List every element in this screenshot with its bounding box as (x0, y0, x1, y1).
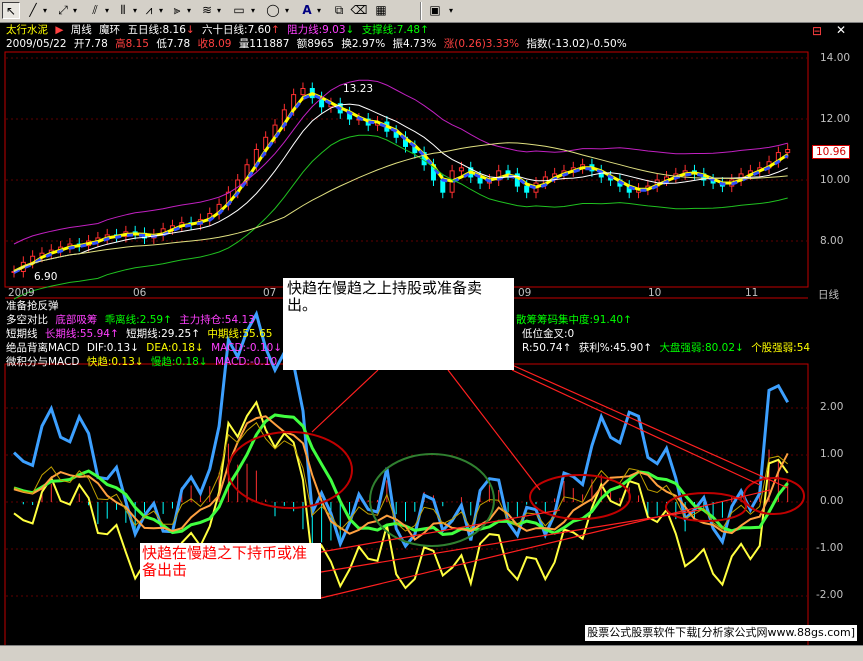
indicator-row-2: 多空对比 底部吸筹 乖离线:2.59↑ 主力持仓:54.13 散筹筹码集中度:9… (6, 314, 632, 327)
macd-tick-neg2: -2.00 (816, 589, 844, 601)
macd-tick-1: 1.00 (820, 448, 844, 460)
lower-band-line (13, 134, 788, 300)
candle-body (785, 149, 791, 154)
candle-body (524, 185, 530, 193)
time-tick-09: 09 (518, 287, 532, 299)
callout-line (311, 369, 379, 433)
row4-dea: DEA:0.18↓ (146, 342, 204, 354)
row5-title: 微积分与MACD (6, 356, 80, 368)
row4-market: 大盘强弱:80.02↓ (659, 342, 744, 354)
row2-bottom-buy: 底部吸筹 (55, 314, 98, 326)
row4-macd: MACD:-0.10↓ (211, 342, 283, 354)
callout-line (511, 369, 761, 486)
price-grid (6, 57, 808, 242)
price-tick-12: 12.00 (820, 113, 851, 125)
row3-mid: 中期线:55.65 (207, 328, 273, 340)
macd-tick-2: 2.00 (820, 401, 844, 413)
row4-title: 绝品背离MACD (6, 342, 80, 354)
candles (11, 82, 791, 278)
peak-price-label: 13.23 (343, 83, 374, 95)
time-tick-10: 10 (648, 287, 662, 299)
indicator-row-3: 短期线 长期线:55.94↑ 短期线:29.25↑ 中期线:55.65 低位金叉… (6, 328, 574, 341)
price-tick-8: 8.00 (820, 235, 844, 247)
footer-watermark: 股票公式股票软件下载[分析家公式网www.88gs.com] (585, 625, 857, 641)
row3-golden-cross: 低位金叉:0 (522, 328, 575, 340)
row4-profit: 获利%:45.90↑ (578, 342, 653, 354)
row4-r: R:50.74↑ (522, 342, 572, 354)
signal-text: 准备抢反弹 (6, 300, 59, 312)
indicator-row-1: 准备抢反弹 (6, 300, 63, 313)
note-below[interactable]: 快趋在慢趋之下持币或准备出击 (140, 543, 321, 599)
indicator-row-5: 微积分与MACD 快趋:0.13↓ 慢趋:0.18↓ MACD:-0.10 (6, 356, 281, 369)
callout-line (511, 364, 789, 489)
indicator-row-4: 绝品背离MACD DIF:0.13↓ DEA:0.18↓ MACD:-0.10↓… (6, 342, 810, 355)
row3-short: 短期线:29.25↑ (126, 328, 200, 340)
row4-stock: 个股强弱:54 (751, 342, 811, 354)
price-tick-14: 14.00 (820, 52, 851, 64)
row2-title: 多空对比 (6, 314, 48, 326)
period-switch[interactable]: 日线 (818, 287, 839, 302)
candle-body (458, 167, 464, 172)
row3-long: 长期线:55.94↑ (44, 328, 119, 340)
row4-dif: DIF:0.13↓ (86, 342, 139, 354)
current-price-tag: 10.96 (812, 145, 851, 159)
row5-fast: 快趋:0.13↓ (86, 356, 144, 368)
time-tick-06: 06 (133, 287, 147, 299)
time-tick-07: 07 (263, 287, 277, 299)
row5-slow: 慢趋:0.18↓ (150, 356, 208, 368)
horizontal-scrollbar[interactable] (0, 645, 863, 661)
row3-title: 短期线 (6, 328, 38, 340)
fast-trend-line (13, 400, 789, 590)
ma60-line (13, 142, 788, 272)
row2-bias: 乖离线:2.59↑ (104, 314, 172, 326)
macd-tick-0: 0.00 (820, 495, 844, 507)
low-price-label: 6.90 (34, 271, 58, 283)
ma5-line (13, 91, 789, 273)
callout-line (447, 369, 541, 491)
row2-main-position: 主力持仓:54.13 (179, 314, 255, 326)
price-frame (4, 51, 809, 288)
row2-concentration: 散筹筹码集中度:91.40↑ (516, 314, 632, 326)
price-lines (13, 79, 789, 300)
note-above[interactable]: 快趋在慢趋之上持股或准备卖出。 (283, 278, 514, 370)
row5-macd: MACD:-0.10 (214, 356, 278, 368)
time-tick-2009: 2009 (8, 287, 35, 299)
candle-body (300, 88, 306, 96)
time-tick-11: 11 (745, 287, 759, 299)
macd-tick-neg1: -1.00 (816, 542, 844, 554)
price-tick-10: 10.00 (820, 174, 851, 186)
